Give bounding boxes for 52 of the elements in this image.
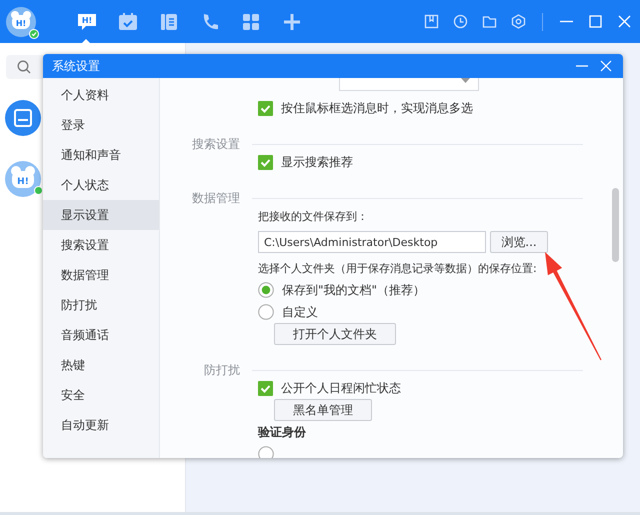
section-label: 防打扰 bbox=[203, 363, 240, 377]
browse-button[interactable]: 浏览... bbox=[490, 231, 548, 253]
sidebar-item[interactable]: 个人状态 bbox=[43, 170, 159, 200]
chat-icon: H! bbox=[76, 12, 96, 32]
checkbox-label: 按住鼠标框选消息时，实现消息多选 bbox=[281, 100, 473, 116]
sidebar-item[interactable]: 自动更新 bbox=[43, 410, 159, 440]
sidebar-item[interactable]: 显示设置 bbox=[43, 200, 159, 230]
radio-label: 自定义 bbox=[282, 304, 318, 320]
dialog-title: 系统设置 bbox=[52, 58, 100, 74]
radio-button[interactable] bbox=[258, 282, 274, 298]
search-icon bbox=[17, 60, 31, 74]
nav-tab[interactable]: H! bbox=[66, 0, 107, 43]
settings-icon[interactable] bbox=[511, 14, 526, 29]
maximize-icon[interactable] bbox=[588, 14, 603, 29]
sidebar-item[interactable]: 安全 bbox=[43, 380, 159, 410]
radio-button[interactable] bbox=[258, 446, 274, 458]
notes-icon bbox=[158, 12, 178, 32]
setting-button[interactable]: 黑名单管理 bbox=[274, 399, 372, 421]
sidebar-item[interactable]: 热键 bbox=[43, 350, 159, 380]
checkbox-label: 公开个人日程闲忙状态 bbox=[281, 380, 401, 396]
checkbox[interactable] bbox=[258, 380, 273, 396]
close-icon[interactable] bbox=[599, 59, 613, 73]
setting-text: 把接收的文件保存到： bbox=[258, 208, 368, 224]
close-icon[interactable] bbox=[617, 14, 632, 29]
sidebar-item[interactable]: 通知和声音 bbox=[43, 140, 159, 170]
checkbox[interactable] bbox=[258, 154, 273, 170]
path-field[interactable]: C:\Users\Administrator\Desktop bbox=[258, 231, 486, 253]
radio-button[interactable] bbox=[258, 304, 274, 320]
scrollbar-thumb[interactable] bbox=[612, 188, 619, 262]
checkbox[interactable] bbox=[258, 100, 273, 116]
sidebar-item[interactable]: 音频通话 bbox=[43, 320, 159, 350]
setting-heading: 验证身份 bbox=[258, 424, 306, 440]
inbox-icon[interactable] bbox=[5, 100, 41, 136]
sidebar-item[interactable]: 防打扰 bbox=[43, 290, 159, 320]
avatar-icon[interactable]: H! bbox=[6, 6, 36, 36]
contact-avatar[interactable]: H! bbox=[5, 161, 41, 197]
plus-icon bbox=[282, 12, 302, 32]
setting-text: 选择个人文件夹（用于保存消息记录等数据）的保存位置: bbox=[258, 260, 537, 276]
setting-button[interactable]: 打开个人文件夹 bbox=[274, 323, 396, 345]
checkbox-label: 显示搜索推荐 bbox=[281, 154, 353, 170]
calendar-icon bbox=[118, 12, 138, 32]
section-label: 搜索设置 bbox=[191, 137, 240, 151]
sidebar-item[interactable]: 登录 bbox=[43, 110, 159, 140]
history-icon[interactable] bbox=[453, 14, 468, 29]
radio-label: 保存到"我的文档"（推荐） bbox=[282, 282, 426, 298]
grid-icon bbox=[240, 12, 260, 32]
sidebar-item[interactable]: 搜索设置 bbox=[43, 230, 159, 260]
sidebar-item[interactable]: 个人资料 bbox=[43, 80, 159, 110]
bookmark-icon[interactable] bbox=[424, 14, 439, 29]
folder-icon[interactable] bbox=[482, 14, 497, 29]
section-label: 数据管理 bbox=[191, 191, 240, 205]
sidebar-item[interactable]: 数据管理 bbox=[43, 260, 159, 290]
